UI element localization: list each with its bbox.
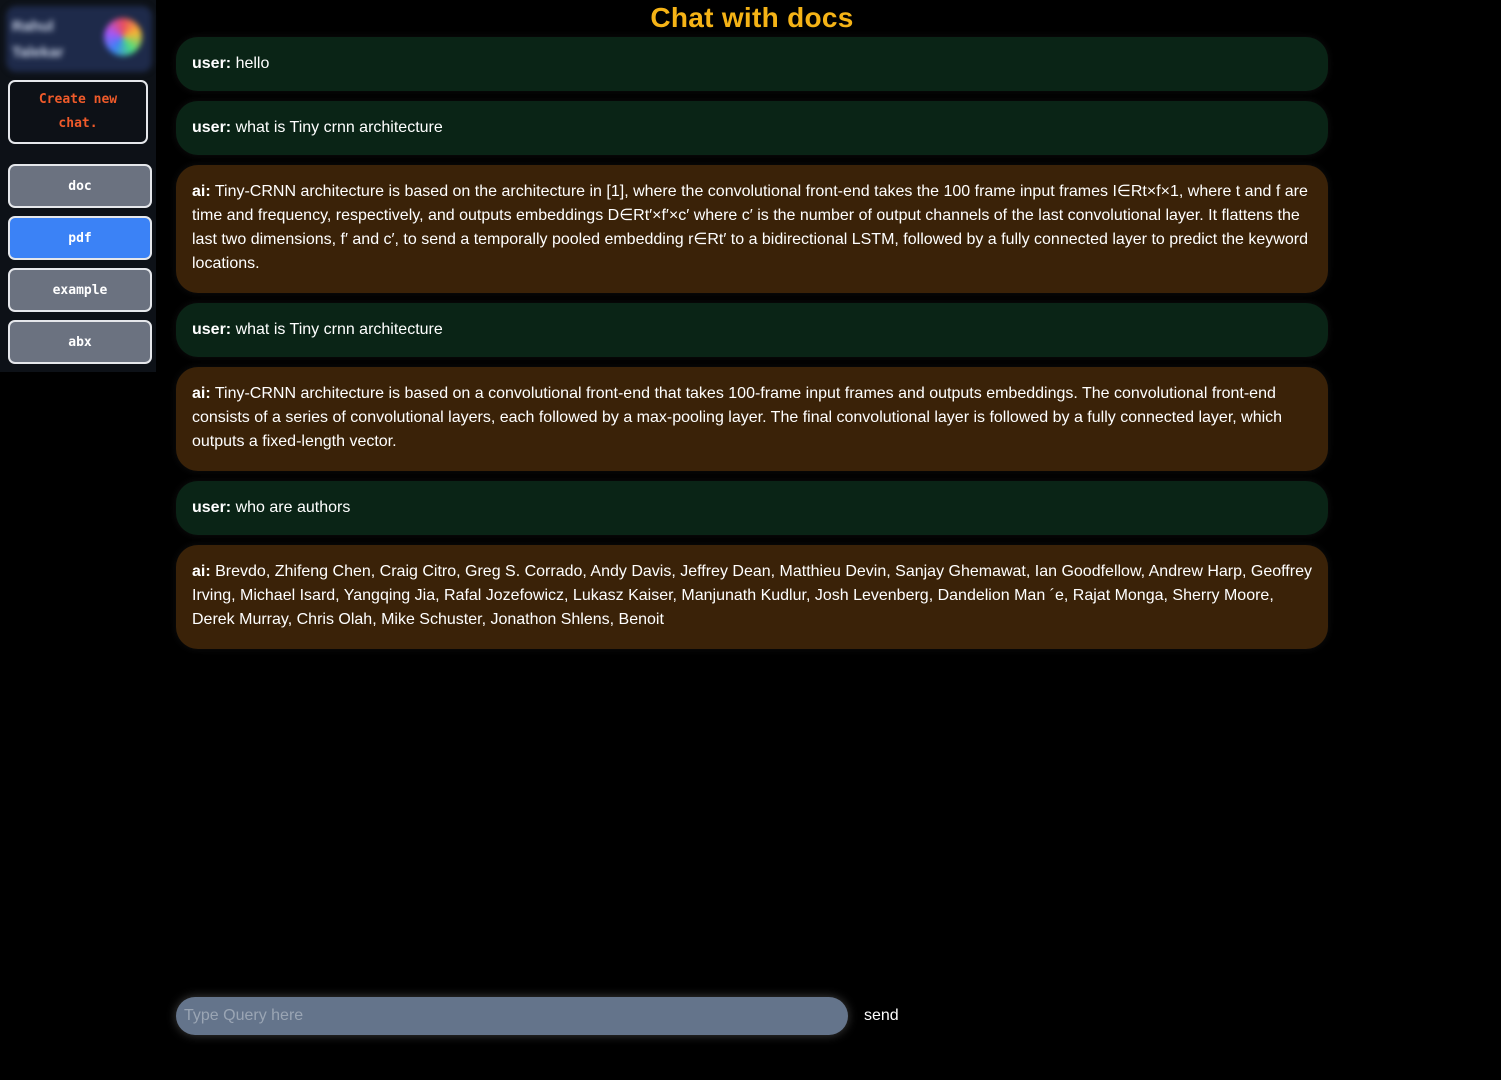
message-role: user: bbox=[192, 321, 232, 338]
user-message: user: what is Tiny crnn architecture bbox=[176, 303, 1328, 357]
message-role: ai: bbox=[192, 183, 211, 200]
sidebar: Rahul Talekar Create new chat. doc pdf e… bbox=[0, 0, 156, 372]
chat-item-example[interactable]: example bbox=[8, 268, 152, 312]
message-role: ai: bbox=[192, 563, 211, 580]
chat-item-abx[interactable]: abx bbox=[8, 320, 152, 364]
message-role: user: bbox=[192, 119, 232, 136]
message-text: Brevdo, Zhifeng Chen, Craig Citro, Greg … bbox=[192, 563, 1312, 628]
message-text: hello bbox=[235, 55, 270, 72]
chat-item-doc[interactable]: doc bbox=[8, 164, 152, 208]
query-input[interactable] bbox=[176, 997, 848, 1035]
user-message: user: who are authors bbox=[176, 481, 1328, 535]
message-list: user: hello user: what is Tiny crnn arch… bbox=[176, 37, 1328, 659]
user-message: user: hello bbox=[176, 37, 1328, 91]
message-role: ai: bbox=[192, 385, 211, 402]
ai-message: ai: Tiny-CRNN architecture is based on a… bbox=[176, 367, 1328, 471]
ai-message: ai: Brevdo, Zhifeng Chen, Craig Citro, G… bbox=[176, 545, 1328, 649]
message-text: Tiny-CRNN architecture is based on a con… bbox=[192, 385, 1283, 450]
create-new-chat-button[interactable]: Create new chat. bbox=[8, 80, 148, 144]
message-role: user: bbox=[192, 499, 232, 516]
user-profile[interactable]: Rahul Talekar bbox=[6, 6, 152, 72]
user-message: user: what is Tiny crnn architecture bbox=[176, 101, 1328, 155]
avatar bbox=[104, 18, 142, 56]
message-role: user: bbox=[192, 55, 232, 72]
chat-item-pdf[interactable]: pdf bbox=[8, 216, 152, 260]
message-text: what is Tiny crnn architecture bbox=[235, 119, 443, 136]
message-text: who are authors bbox=[235, 499, 351, 516]
send-button[interactable]: send bbox=[862, 1004, 901, 1028]
message-text: what is Tiny crnn architecture bbox=[235, 321, 443, 338]
profile-name: Rahul Talekar bbox=[12, 18, 64, 61]
page-title: Chat with docs bbox=[650, 2, 854, 33]
message-text: Tiny-CRNN architecture is based on the a… bbox=[192, 183, 1308, 272]
ai-message: ai: Tiny-CRNN architecture is based on t… bbox=[176, 165, 1328, 293]
